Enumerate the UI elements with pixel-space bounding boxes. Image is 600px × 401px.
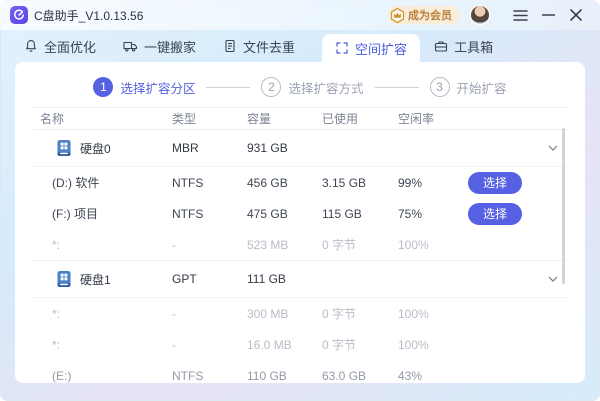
cell-capacity: 300 MB: [240, 307, 315, 321]
table-row-hidden-partition: *: - 523 MB 0 字节 100%: [33, 229, 567, 261]
cell-free-rate: 75%: [391, 207, 461, 221]
app-window: C盘助手_V1.0.13.56 成为会员: [0, 0, 600, 401]
user-avatar[interactable]: [470, 5, 490, 25]
cell-type: -: [165, 238, 240, 252]
step-number: 1: [93, 77, 113, 97]
cell-capacity: 16.0 MB: [240, 338, 315, 352]
step-label: 选择扩容方式: [288, 78, 363, 97]
toolbox-icon: [434, 39, 448, 53]
cell-used: 0 字节: [315, 236, 391, 253]
header-capacity: 容量: [240, 110, 315, 127]
cell-used: 0 字节: [315, 305, 391, 322]
cell-type: MBR: [165, 141, 240, 155]
partition-name: (D:) 软件: [33, 174, 165, 191]
cell-type: GPT: [165, 272, 240, 286]
cell-free-rate: 99%: [391, 176, 461, 190]
partition-name: *:: [33, 307, 165, 321]
tab-label: 全面优化: [44, 37, 96, 56]
partition-name: (E:): [33, 369, 165, 383]
table-row-hidden-partition: *: - 16.0 MB 0 字节 100%: [33, 329, 567, 360]
partition-name: *:: [33, 238, 165, 252]
cell-type: NTFS: [165, 369, 240, 383]
step-1: 1 选择扩容分区: [93, 77, 195, 97]
hard-disk-icon: [55, 139, 73, 157]
cell-free-rate: 100%: [391, 238, 461, 252]
partition-name: (F:) 项目: [33, 205, 165, 222]
vertical-scrollbar[interactable]: [562, 128, 565, 284]
step-label: 开始扩容: [457, 78, 507, 97]
chevron-down-icon[interactable]: [548, 276, 558, 282]
cell-type: -: [165, 307, 240, 321]
minimize-button[interactable]: [538, 5, 558, 25]
bell-icon: [24, 39, 38, 53]
expand-icon: [335, 41, 349, 55]
step-indicator: 1 选择扩容分区 2 选择扩容方式 3 开始扩容: [15, 74, 585, 100]
cell-type: NTFS: [165, 176, 240, 190]
cell-free-rate: 100%: [391, 338, 461, 352]
header-name: 名称: [33, 110, 165, 127]
select-button[interactable]: 选择: [468, 172, 522, 194]
cell-capacity: 456 GB: [240, 176, 315, 190]
tab-one-click-move[interactable]: 一键搬家: [123, 30, 196, 62]
step-label: 选择扩容分区: [120, 78, 195, 97]
step-number: 2: [261, 77, 281, 97]
step-number: 3: [430, 77, 450, 97]
tab-full-optimization[interactable]: 全面优化: [24, 30, 96, 62]
chevron-down-icon[interactable]: [548, 145, 558, 151]
cell-capacity: 475 GB: [240, 207, 315, 221]
cell-type: -: [165, 338, 240, 352]
table-row-disk0[interactable]: 硬盘0 MBR 931 GB: [33, 130, 567, 167]
cell-used: 63.0 GB: [315, 369, 391, 383]
tab-space-expansion[interactable]: 空间扩容: [322, 34, 420, 62]
cell-capacity: 523 MB: [240, 238, 315, 252]
cell-capacity: 931 GB: [240, 141, 315, 155]
table-row-hidden-partition: *: - 300 MB 0 字节 100%: [33, 298, 567, 329]
partition-name: *:: [33, 338, 165, 352]
table-row-disk1[interactable]: 硬盘1 GPT 111 GB: [33, 261, 567, 298]
cell-capacity: 110 GB: [240, 369, 315, 383]
close-button[interactable]: [566, 5, 586, 25]
table-row-partition-f[interactable]: (F:) 项目 NTFS 475 GB 115 GB 75% 选择: [33, 198, 567, 229]
cell-used: 0 字节: [315, 336, 391, 353]
content-panel: 1 选择扩容分区 2 选择扩容方式 3 开始扩容 名称 类型 容量 已使用 空闲…: [15, 62, 585, 383]
cell-free-rate: 43%: [391, 369, 461, 383]
cell-capacity: 111 GB: [240, 272, 315, 286]
step-3: 3 开始扩容: [430, 77, 507, 97]
tab-label: 一键搬家: [144, 37, 196, 56]
cell-free-rate: 100%: [391, 307, 461, 321]
title-bar: C盘助手_V1.0.13.56 成为会员: [0, 0, 600, 30]
tab-label: 工具箱: [454, 37, 493, 56]
tab-bar: 全面优化 一键搬家 文件去重 空间扩容: [0, 30, 600, 62]
window-title: C盘助手_V1.0.13.56: [34, 7, 143, 24]
disk-name: 硬盘1: [80, 271, 111, 288]
header-type: 类型: [165, 110, 240, 127]
cell-used: 115 GB: [315, 207, 391, 221]
tab-label: 空间扩容: [355, 39, 407, 58]
partition-table: 名称 类型 容量 已使用 空闲率 硬盘0: [33, 107, 567, 383]
hard-disk-icon: [55, 270, 73, 288]
disk-name: 硬盘0: [80, 140, 111, 157]
step-connector: [206, 87, 250, 88]
step-connector: [375, 87, 419, 88]
become-member-button[interactable]: 成为会员: [388, 6, 460, 24]
member-badge-label: 成为会员: [408, 7, 452, 23]
menu-icon[interactable]: [510, 5, 530, 25]
select-button[interactable]: 选择: [468, 203, 522, 225]
tab-label: 文件去重: [243, 37, 295, 56]
cell-used: 3.15 GB: [315, 176, 391, 190]
tab-toolbox[interactable]: 工具箱: [434, 30, 493, 62]
table-header: 名称 类型 容量 已使用 空闲率: [33, 107, 567, 130]
step-2: 2 选择扩容方式: [261, 77, 363, 97]
document-icon: [223, 39, 237, 53]
truck-icon: [123, 39, 138, 53]
header-used: 已使用: [315, 110, 391, 127]
table-row-partition-e: (E:) NTFS 110 GB 63.0 GB 43%: [33, 360, 567, 383]
cell-type: NTFS: [165, 207, 240, 221]
tab-file-dedup[interactable]: 文件去重: [223, 30, 295, 62]
table-row-partition-d[interactable]: (D:) 软件 NTFS 456 GB 3.15 GB 99% 选择: [33, 167, 567, 198]
header-free-rate: 空闲率: [391, 110, 461, 127]
app-logo-icon: [10, 6, 28, 24]
crown-hexagon-icon: [389, 7, 406, 24]
